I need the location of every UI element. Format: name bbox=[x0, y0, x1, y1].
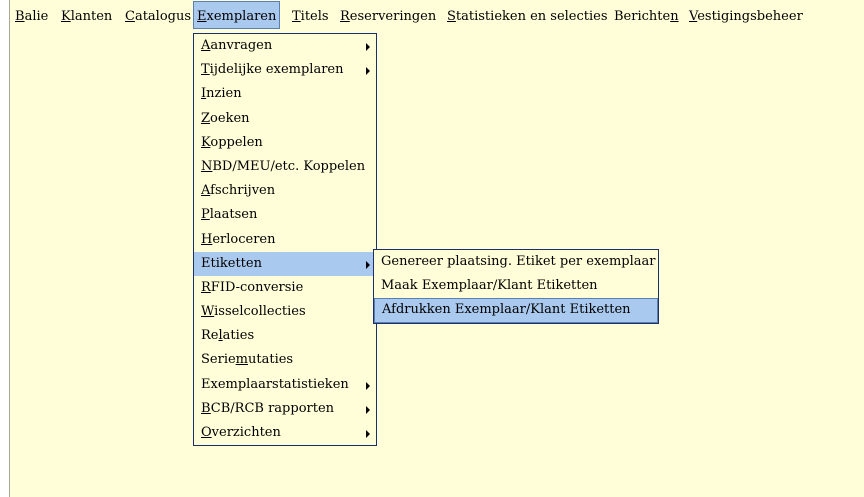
menu-item-seriemutaties[interactable]: Seriemutaties bbox=[194, 348, 376, 372]
menu-item-koppelen[interactable]: Koppelen bbox=[194, 131, 376, 155]
submenu-arrow-icon bbox=[366, 67, 370, 76]
submenu-item-genereer-plaatsing[interactable]: Genereer plaatsing. Etiket per exemplaar bbox=[374, 250, 658, 274]
menu-catalogus[interactable]: Catalogus bbox=[122, 5, 194, 29]
etiketten-submenu: Genereer plaatsing. Etiket per exemplaar… bbox=[373, 249, 659, 324]
menu-balie[interactable]: Balie bbox=[12, 5, 51, 29]
submenu-item-afdrukken-etiketten[interactable]: Afdrukken Exemplaar/Klant Etiketten bbox=[374, 298, 658, 323]
menu-item-tijdelijke-exemplaren[interactable]: Tijdelijke exemplaren bbox=[194, 58, 376, 82]
menu-item-relaties[interactable]: Relaties bbox=[194, 324, 376, 348]
menu-item-afschrijven[interactable]: Afschrijven bbox=[194, 179, 376, 203]
menu-klanten[interactable]: Klanten bbox=[58, 5, 115, 29]
menu-item-wisselcollecties[interactable]: Wisselcollecties bbox=[194, 300, 376, 324]
menu-titels[interactable]: Titels bbox=[289, 5, 332, 29]
menu-item-nbd-koppelen[interactable]: NBD/MEU/etc. Koppelen bbox=[194, 155, 376, 179]
menu-item-bcb-rcb-rapporten[interactable]: BCB/RCB rapporten bbox=[194, 397, 376, 421]
exemplaren-dropdown: Aanvragen Tijdelijke exemplaren Inzien Z… bbox=[193, 33, 377, 447]
menu-vestigingsbeheer[interactable]: Vestigingsbeheer bbox=[686, 5, 806, 29]
menu-item-overzichten[interactable]: Overzichten bbox=[194, 421, 376, 445]
menu-item-plaatsen[interactable]: Plaatsen bbox=[194, 203, 376, 227]
menubar: Balie Klanten Catalogus Exemplaren Titel… bbox=[10, 1, 864, 29]
submenu-arrow-icon bbox=[366, 43, 370, 51]
menu-berichten[interactable]: Berichten bbox=[611, 5, 682, 29]
submenu-item-maak-etiketten[interactable]: Maak Exemplaar/Klant Etiketten bbox=[374, 274, 658, 298]
menu-statistieken[interactable]: Statistieken en selecties bbox=[444, 5, 611, 29]
menu-item-exemplaarstatistieken[interactable]: Exemplaarstatistieken bbox=[194, 373, 376, 397]
submenu-arrow-icon bbox=[366, 381, 370, 390]
menu-reserveringen[interactable]: Reserveringen bbox=[337, 5, 439, 29]
menu-item-inzien[interactable]: Inzien bbox=[194, 82, 376, 106]
menu-item-herloceren[interactable]: Herloceren bbox=[194, 228, 376, 252]
menu-exemplaren[interactable]: Exemplaren bbox=[193, 1, 281, 29]
menu-item-etiketten[interactable]: Etiketten bbox=[194, 251, 376, 276]
submenu-arrow-icon bbox=[366, 405, 370, 414]
submenu-arrow-icon bbox=[366, 260, 370, 269]
menu-item-rfid-conversie[interactable]: RFID-conversie bbox=[194, 276, 376, 300]
menu-item-zoeken[interactable]: Zoeken bbox=[194, 107, 376, 131]
menu-item-aanvragen[interactable]: Aanvragen bbox=[194, 34, 376, 58]
submenu-arrow-icon bbox=[366, 430, 370, 438]
